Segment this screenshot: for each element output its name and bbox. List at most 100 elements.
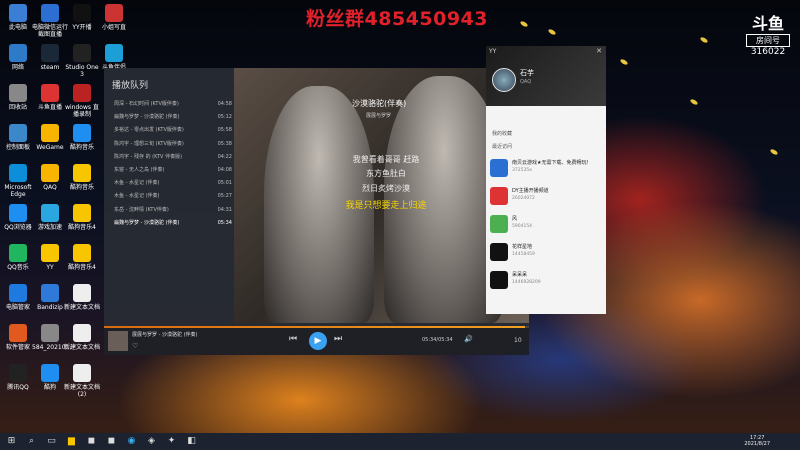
app-icon: [73, 364, 91, 382]
clock[interactable]: 17:27 2021/8/27: [744, 435, 770, 447]
section-recent[interactable]: 最近访问: [492, 143, 512, 150]
close-icon[interactable]: ✕: [596, 47, 602, 55]
queue-item[interactable]: 扁魏与罗梦 - 沙漠骆驼 (伴奏) 05:34: [114, 217, 232, 230]
desktop-icon-label: 酷狗音乐4: [68, 224, 96, 231]
app-icon: [41, 284, 59, 302]
desktop-icon[interactable]: 游戏加速: [32, 204, 68, 231]
desktop-icon[interactable]: 酷狗音乐4: [64, 204, 100, 231]
app-icon[interactable]: ◈: [146, 436, 157, 447]
desktop-icon[interactable]: 酷狗音乐4: [64, 244, 100, 271]
queue-item[interactable]: 陈鸿宇 - 理想三旬 (KTV版伴奏) 05:38: [114, 138, 232, 151]
task-view-icon[interactable]: ▭: [46, 436, 57, 447]
queue-item-time: 05:34: [217, 219, 232, 226]
user-name: 石芋: [520, 69, 534, 77]
desktop-icon[interactable]: 软件管家: [0, 324, 36, 351]
desktop-icon[interactable]: 斗鱼直播: [32, 84, 68, 111]
desktop-icon[interactable]: 腾讯QQ: [0, 364, 36, 391]
queue-item[interactable]: 多裕达 - 零点出发 (KTV版伴奏) 05:58: [114, 124, 232, 137]
room-item[interactable]: 呆呆呆 1446928209: [486, 268, 606, 292]
desktop-icon[interactable]: QQ浏览器: [0, 204, 36, 231]
desktop-icon[interactable]: 新建文本文档(2): [64, 364, 100, 398]
queue-item-title: 陈鸿宇 - 残存 的 (KTV 伴奏版): [114, 153, 183, 160]
desktop-icon[interactable]: QQ音乐: [0, 244, 36, 271]
desktop-icon-label: Microsoft Edge: [4, 184, 32, 198]
app-icon: [73, 124, 91, 142]
room-item[interactable]: DY主播开播频道 26024072: [486, 184, 606, 208]
desktop-icon[interactable]: 此电脑: [0, 4, 36, 31]
queue-item-title: 陈鸿宇 - 理想三旬 (KTV版伴奏): [114, 140, 184, 147]
room-id: 26024072: [512, 196, 535, 201]
desktop-icon[interactable]: 酷狗音乐: [64, 124, 100, 151]
desktop-icon[interactable]: Bandizip: [32, 284, 68, 311]
desktop-icon[interactable]: QAQ: [32, 164, 68, 191]
desktop-icon[interactable]: 酷狗: [32, 364, 68, 391]
desktop-icon-label: QQ浏览器: [4, 224, 32, 231]
desktop-icon[interactable]: 酷狗音乐: [64, 164, 100, 191]
edge-icon[interactable]: ◉: [126, 436, 137, 447]
app-icon[interactable]: ◼: [106, 436, 117, 447]
app-icon: [9, 324, 27, 342]
leaf-decoration: [547, 28, 557, 36]
desktop-icon[interactable]: windows 直播录制: [64, 84, 100, 118]
app-icon[interactable]: ◼: [86, 436, 97, 447]
desktop-icon[interactable]: YY开播: [64, 4, 100, 31]
desktop-icon[interactable]: 新建文本文档: [64, 324, 100, 351]
desktop-icon[interactable]: 斗鱼伴侣: [96, 44, 132, 71]
queue-item-title: 多裕达 - 零点出发 (KTV版伴奏): [114, 127, 184, 134]
app-icon: [9, 364, 27, 382]
queue-item-title: 扁魏与罗梦 - 沙漠骆驼 (伴奏): [114, 219, 180, 226]
desktop-icon[interactable]: 小姐写直: [96, 4, 132, 31]
room-item[interactable]: 花样星地 14458459: [486, 240, 606, 264]
player-controls: 展展与罗罗 - 沙漠骆驼 (伴奏) ♡ ⏮ ▶ ⏭ 05:34/05:34 🔊 …: [104, 328, 529, 355]
desktop-icon[interactable]: 控制面板: [0, 124, 36, 151]
app-icon: [73, 324, 91, 342]
app-icon: [9, 4, 27, 22]
chat-window[interactable]: YY ✕ 石芋 QAQ 我的收藏 最近访问 南贝云游戏★无需下载、免费畅玩! 37…: [486, 46, 606, 314]
explorer-icon[interactable]: ▆: [66, 436, 77, 447]
play-button[interactable]: ▶: [309, 332, 327, 350]
app-icon: [105, 44, 123, 62]
desktop-icon[interactable]: steam: [32, 44, 68, 71]
queue-item[interactable]: 周深 - 石幻时间 (KTV版伴奏) 04:58: [114, 98, 232, 111]
app-icon: [73, 44, 91, 62]
desktop-icon[interactable]: Studio One 3: [64, 44, 100, 78]
volume-icon[interactable]: 🔊: [464, 335, 473, 343]
desktop-icon[interactable]: 网络: [0, 44, 36, 71]
desktop-icon[interactable]: WeGame: [32, 124, 68, 151]
search-icon[interactable]: ⌕: [26, 436, 37, 447]
queue-item-time: 05:38: [217, 140, 232, 147]
queue-item[interactable]: 东窗 - 无人之岛 (伴奏) 04:08: [114, 164, 232, 177]
app-icon: [41, 324, 59, 342]
play-queue[interactable]: 周深 - 石幻时间 (KTV版伴奏) 04:58 扁魏与罗梦 - 沙漠骆驼 (伴奏)…: [114, 98, 232, 230]
next-icon[interactable]: ⏭: [334, 334, 342, 344]
section-favorites[interactable]: 我的收藏: [492, 130, 512, 137]
desktop-icon[interactable]: Microsoft Edge: [0, 164, 36, 198]
queue-item[interactable]: 东岳 - 沈畔情 (KTV伴奏) 04:31: [114, 204, 232, 217]
desktop-icon[interactable]: YY: [32, 244, 68, 271]
app-icon[interactable]: ◧: [186, 436, 197, 447]
desktop-icon[interactable]: 回收站: [0, 84, 36, 111]
desktop-icon-label: 584_20210...: [32, 344, 72, 351]
avatar[interactable]: [492, 68, 516, 92]
desktop-icon-label: 斗鱼直播: [37, 104, 62, 111]
queue-item[interactable]: 木鱼 - 水星记 (伴奏) 05:01: [114, 177, 232, 190]
heart-icon[interactable]: ♡: [132, 342, 138, 350]
desktop-icon-label: 新建文本文档: [64, 304, 101, 311]
app-icon: [73, 244, 91, 262]
queue-item[interactable]: 扁魏与罗梦 - 沙漠骆驼 (伴奏) 05:12: [114, 111, 232, 124]
music-player-window[interactable]: 播放队列 周深 - 石幻时间 (KTV版伴奏) 04:58 扁魏与罗梦 - 沙漠骆驼…: [104, 68, 529, 355]
desktop-icon[interactable]: 电脑管家: [0, 284, 36, 311]
desktop-icon[interactable]: 584_20210...: [32, 324, 72, 351]
room-item[interactable]: 风 5904154: [486, 212, 606, 236]
prev-icon[interactable]: ⏮: [289, 334, 297, 344]
lyric-current: 我是只想要走上归途: [345, 201, 427, 211]
desktop-icon[interactable]: 电脑微信运行截图直播: [32, 4, 68, 38]
queue-item[interactable]: 陈鸿宇 - 残存 的 (KTV 伴奏版) 04:22: [114, 151, 232, 164]
desktop-icon[interactable]: 新建文本文档: [64, 284, 100, 311]
chat-title: YY: [489, 48, 497, 55]
room-item[interactable]: 南贝云游戏★无需下载、免费畅玩! 372535a: [486, 156, 606, 180]
queue-item[interactable]: 木鱼 - 水星记 (伴奏) 05:27: [114, 190, 232, 203]
app-icon[interactable]: ✦: [166, 436, 177, 447]
start-icon[interactable]: ⊞: [6, 436, 17, 447]
douyu-logo-text: 斗鱼: [751, 14, 784, 33]
